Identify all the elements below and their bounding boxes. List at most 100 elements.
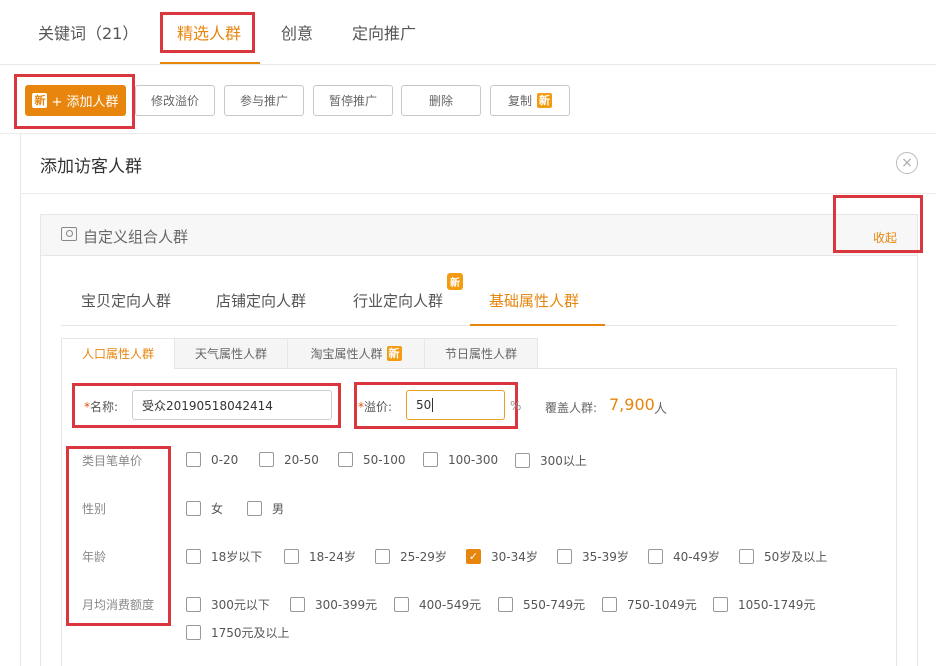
divider [20,193,936,194]
tab-holiday[interactable]: 节日属性人群 [424,338,538,369]
option-label: 女 [211,502,224,516]
tab-taobao[interactable]: 淘宝属性人群 新 [287,338,425,369]
row-label: 类目笔单价 [82,454,143,468]
checkbox-icon [247,501,262,516]
modify-bid-button[interactable]: 修改溢价 [135,85,215,116]
checkbox-icon [713,597,728,612]
checkbox-option[interactable]: 20-50 [259,452,319,467]
highlight-frame [14,74,135,129]
bid-input[interactable]: 50 [406,390,505,420]
delete-button[interactable]: 删除 [401,85,481,116]
option-label: 1750元及以上 [211,626,290,640]
coverage-label: 覆盖人群: [545,401,598,415]
join-promotion-label: 参与推广 [239,94,288,108]
name-value: 受众20190518042414 [142,398,273,413]
tab-targeted-promotion[interactable]: 定向推广 [352,20,416,44]
checkbox-option[interactable]: 300以上 [515,452,587,469]
checkbox-option[interactable]: 18岁以下 [186,548,262,565]
option-label: 18-24岁 [309,550,356,564]
row-label: 月均消费额度 [82,598,155,612]
checkbox-icon [557,549,572,564]
tab-keywords[interactable]: 关键词（21） [38,20,138,44]
tab-weather[interactable]: 天气属性人群 [174,338,288,369]
card-title: 自定义组合人群 [83,228,189,246]
crowd-icon [61,227,77,241]
checkbox-icon [648,549,663,564]
option-label: 400-549元 [419,598,482,612]
checkbox-icon [423,452,438,467]
subtab-item-crowd[interactable]: 宝贝定向人群 [81,290,171,311]
checkbox-icon [338,452,353,467]
tab-demographic-label: 人口属性人群 [81,347,154,361]
checkbox-icon [602,597,617,612]
checkbox-option[interactable]: 40-49岁 [648,548,720,565]
checkbox-icon [186,625,201,640]
checkbox-option[interactable]: 100-300 [423,452,498,467]
option-label: 0-20 [211,452,239,467]
option-label: 20-50 [284,452,319,467]
checkbox-option[interactable]: 50岁及以上 [739,548,827,565]
option-label: 300以上 [540,454,587,468]
checkbox-option[interactable]: 女 [186,500,223,517]
checkbox-icon [259,452,274,467]
new-badge: 新 [386,346,402,361]
checkbox-option[interactable]: 1050-1749元 [713,596,815,613]
coverage-unit: 人 [654,402,668,417]
checkbox-icon [186,452,201,467]
subtab-shop-crowd[interactable]: 店铺定向人群 [216,290,306,311]
option-label: 男 [272,502,285,516]
tab-weather-label: 天气属性人群 [194,347,267,361]
tab-taobao-label: 淘宝属性人群 [310,347,383,361]
name-input[interactable]: 受众20190518042414 [132,390,332,420]
tab-creative[interactable]: 创意 [281,20,313,44]
checkbox-icon [515,453,530,468]
option-label: 300-399元 [315,598,378,612]
checkbox-icon [739,549,754,564]
tab-demographic[interactable]: 人口属性人群 [61,338,175,369]
option-label: 550-749元 [523,598,586,612]
panel-title: 添加访客人群 [40,157,142,177]
checkbox-icon [284,549,299,564]
subtab-industry-crowd[interactable]: 行业定向人群 [353,290,443,311]
divider [0,64,936,65]
option-label: 300元以下 [211,598,270,612]
checkbox-option[interactable]: 750-1049元 [602,596,697,613]
checkbox-option[interactable]: 300-399元 [290,596,377,613]
close-icon[interactable]: × [896,152,918,174]
checkbox-icon [186,597,201,612]
checkbox-option[interactable]: 1750元及以上 [186,624,290,641]
checkbox-option[interactable]: 50-100 [338,452,406,467]
checkbox-option[interactable]: 男 [247,500,284,517]
delete-label: 删除 [428,94,453,108]
checkbox-icon [498,597,513,612]
checkbox-option[interactable]: ✓ 30-34岁 [466,548,538,565]
row-label: 年龄 [82,550,107,564]
checkbox-option[interactable]: 400-549元 [394,596,481,613]
new-badge: 新 [447,273,463,290]
checkbox-icon [290,597,305,612]
highlight-frame [160,12,255,53]
active-subtab-underline [470,324,605,326]
option-label: 40-49岁 [673,550,720,564]
new-badge: 新 [537,93,552,108]
checkbox-icon [394,597,409,612]
option-label: 750-1049元 [627,598,697,612]
coverage-count: 7,900 [609,395,655,414]
option-label: 18岁以下 [211,550,263,564]
join-promotion-button[interactable]: 参与推广 [224,85,304,116]
bid-value: 50 [416,398,432,412]
checkbox-option[interactable]: 25-29岁 [375,548,447,565]
checkbox-option[interactable]: 300元以下 [186,596,270,613]
checkbox-option[interactable]: 0-20 [186,452,238,467]
checkbox-option[interactable]: 18-24岁 [284,548,356,565]
copy-label: 复制 [507,94,532,108]
option-label: 1050-1749元 [738,598,816,612]
modify-bid-label: 修改溢价 [150,94,199,108]
subtab-basic-attribute-crowd[interactable]: 基础属性人群 [489,290,579,311]
checkbox-option[interactable]: 35-39岁 [557,548,629,565]
copy-button[interactable]: 复制 新 [490,85,570,116]
option-label: 50岁及以上 [764,550,828,564]
checkbox-icon [375,549,390,564]
pause-promotion-button[interactable]: 暂停推广 [313,85,393,116]
checkbox-option[interactable]: 550-749元 [498,596,585,613]
